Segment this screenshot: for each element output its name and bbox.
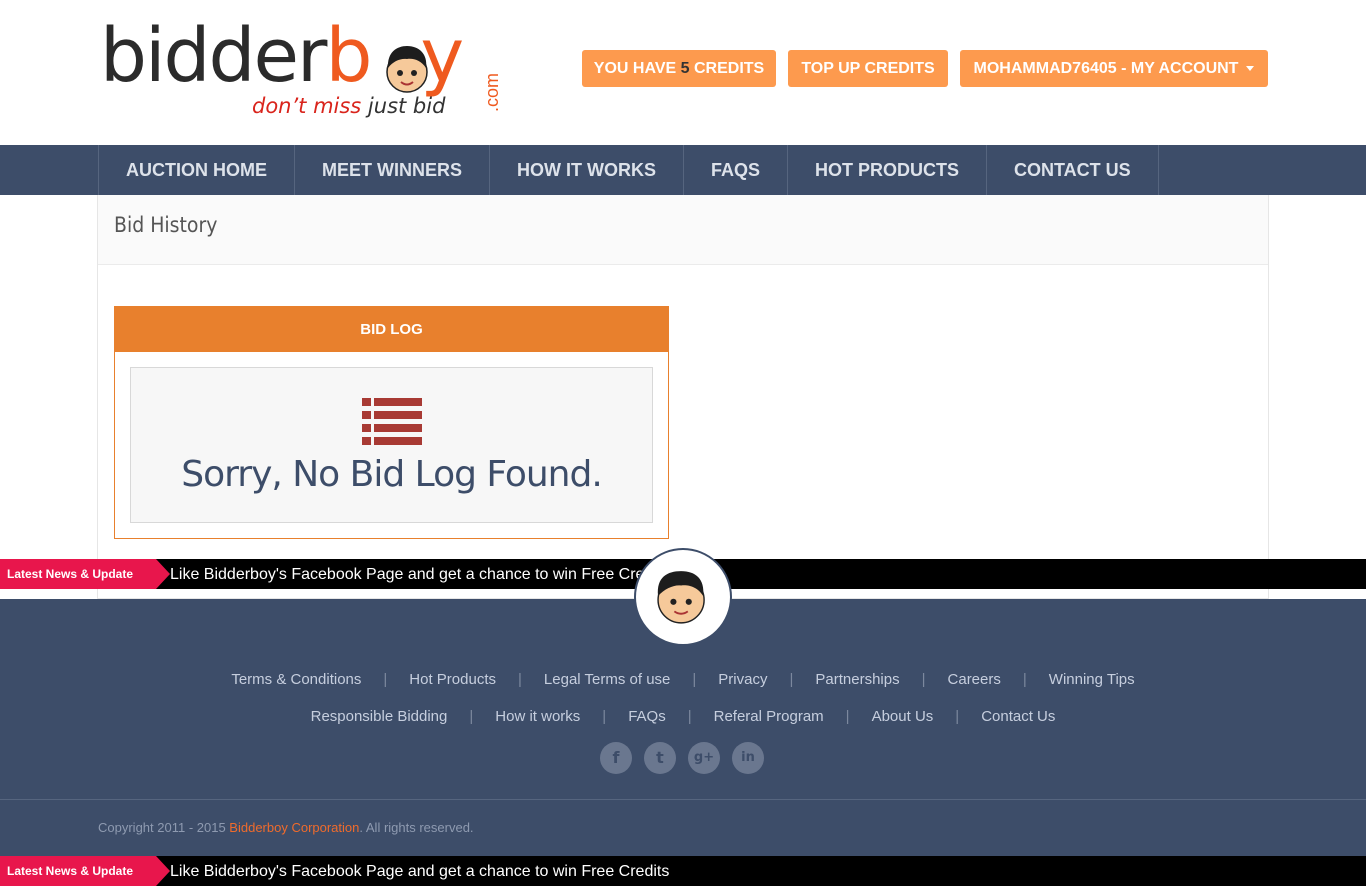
corporation-link[interactable]: Bidderboy Corporation: [229, 820, 359, 835]
nav-item-hot-products[interactable]: HOT PRODUCTS: [788, 145, 988, 195]
caret-down-icon: [1246, 66, 1255, 72]
linkedin-icon[interactable]: in: [732, 742, 764, 774]
nav-items: AUCTION HOME MEET WINNERS HOW IT WORKS F…: [98, 145, 1159, 195]
mascot-badge: [634, 548, 732, 646]
social-links: f t g+ in: [600, 742, 764, 774]
bid-log-empty-state: Sorry, No Bid Log Found.: [130, 367, 653, 523]
credits-button[interactable]: YOU HAVE 5 CREDITS: [582, 50, 776, 87]
footer-link-winning-tips[interactable]: Winning Tips: [1027, 671, 1157, 688]
ticker-message[interactable]: Like Bidderboy's Facebook Page and get a…: [170, 559, 669, 591]
nav-item-contact-us[interactable]: CONTACT US: [987, 145, 1159, 195]
ticker-arrow-icon: [156, 856, 170, 886]
ticker-label: Latest News & Update: [0, 856, 156, 886]
bid-log-heading: BID LOG: [115, 307, 668, 352]
site-header: bidderb y .com don’t miss just bid YOU HA…: [0, 0, 1366, 145]
page-header: Bid History: [98, 195, 1268, 265]
news-ticker-bottom: Latest News & Update Like Bidderboy's Fa…: [0, 856, 1366, 886]
nav-item-faqs[interactable]: FAQS: [684, 145, 789, 195]
credits-count: 5: [680, 60, 690, 77]
google-plus-icon[interactable]: g+: [688, 742, 720, 774]
footer-link-partnerships[interactable]: Partnerships: [793, 671, 921, 688]
page-title: Bid History: [114, 213, 218, 237]
footer-divider: [0, 799, 1366, 800]
footer-link-responsible-bidding[interactable]: Responsible Bidding: [289, 708, 470, 725]
list-icon: [362, 398, 422, 445]
nav-item-auction-home[interactable]: AUCTION HOME: [99, 145, 295, 195]
footer-link-terms[interactable]: Terms & Conditions: [209, 671, 383, 688]
bidderboy-logo[interactable]: bidderb y .com don’t miss just bid: [100, 14, 510, 126]
footer-links-row-1: Terms & Conditions | Hot Products | Legal …: [0, 671, 1366, 688]
main-nav: AUCTION HOME MEET WINNERS HOW IT WORKS F…: [0, 145, 1366, 195]
footer-link-contact-us[interactable]: Contact Us: [959, 708, 1077, 725]
logo-tagline: don’t miss just bid: [252, 94, 446, 118]
footer-link-privacy[interactable]: Privacy: [696, 671, 789, 688]
footer-link-careers[interactable]: Careers: [926, 671, 1023, 688]
my-account-dropdown[interactable]: MOHAMMAD76405 - MY ACCOUNT: [960, 50, 1268, 87]
twitter-icon[interactable]: t: [644, 742, 676, 774]
ticker-label: Latest News & Update: [0, 559, 156, 589]
logo-dotcom: .com: [482, 72, 502, 112]
footer-link-faqs[interactable]: FAQs: [606, 708, 688, 725]
footer-links-row-2: Responsible Bidding | How it works | FAQs |…: [0, 708, 1366, 725]
main-content: Bid History BID LOG Sorry, No Bid Log Fo…: [97, 195, 1269, 599]
footer-link-hot-products[interactable]: Hot Products: [387, 671, 518, 688]
top-up-credits-button[interactable]: TOP UP CREDITS: [788, 50, 948, 87]
ticker-message[interactable]: Like Bidderboy's Facebook Page and get a…: [170, 856, 669, 886]
copyright: Copyright 2011 - 2015 Bidderboy Corporat…: [98, 820, 474, 835]
boy-face-icon: [386, 46, 428, 93]
bid-log-panel: BID LOG Sorry, No Bid Log Found.: [114, 306, 669, 539]
footer-link-how-it-works[interactable]: How it works: [473, 708, 602, 725]
empty-message: Sorry, No Bid Log Found.: [181, 454, 603, 495]
footer-link-legal[interactable]: Legal Terms of use: [522, 671, 692, 688]
nav-item-meet-winners[interactable]: MEET WINNERS: [295, 145, 491, 195]
footer-link-referal-program[interactable]: Referal Program: [692, 708, 846, 725]
facebook-icon[interactable]: f: [600, 742, 632, 774]
ticker-arrow-icon: [156, 559, 170, 589]
nav-item-how-it-works[interactable]: HOW IT WORKS: [490, 145, 684, 195]
boy-face-icon: [657, 571, 705, 624]
footer-link-about-us[interactable]: About Us: [850, 708, 956, 725]
